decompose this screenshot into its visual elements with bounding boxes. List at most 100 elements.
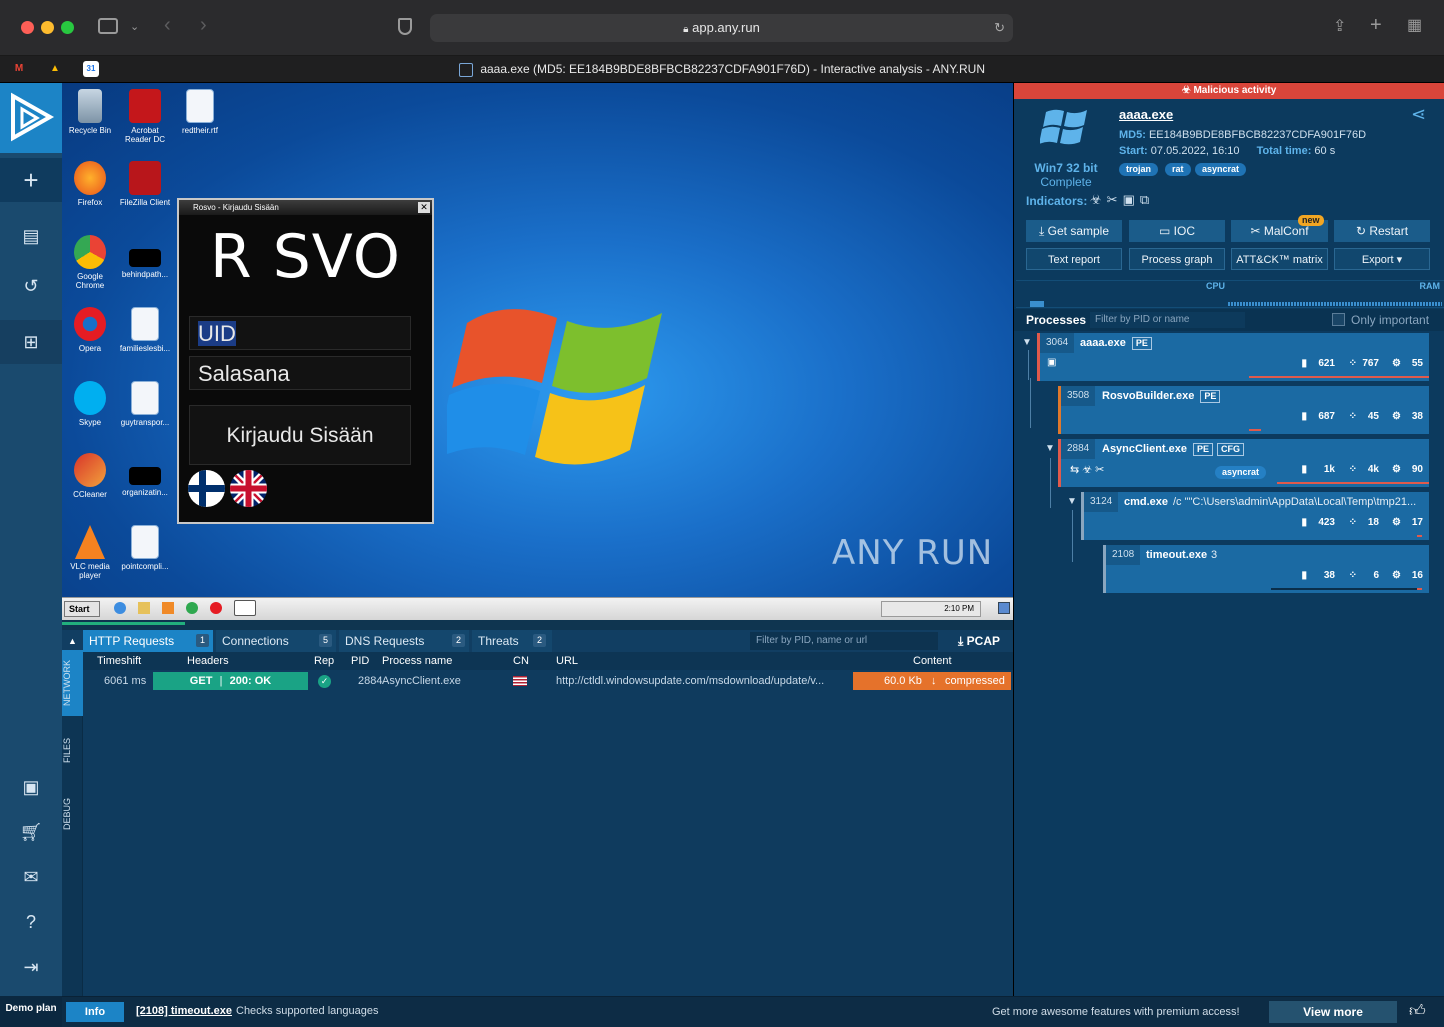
- forward-icon[interactable]: ›: [200, 14, 207, 37]
- tab-dns-requests[interactable]: DNS Requests 2: [339, 630, 469, 652]
- info-button[interactable]: Info: [66, 1002, 124, 1022]
- opera-taskbar-icon[interactable]: [210, 602, 222, 614]
- url-cell[interactable]: http://ctldl.windowsupdate.com/msdownloa…: [556, 670, 824, 692]
- tab-overview-icon[interactable]: ▦: [1407, 15, 1422, 35]
- process-card[interactable]: 3124 cmd.exe /c ""C:\Users\admin\AppData…: [1081, 492, 1429, 540]
- desktop-icon[interactable]: Firefox: [62, 161, 118, 207]
- system-tray[interactable]: 2:10 PM: [881, 601, 981, 617]
- uid-field[interactable]: UID: [189, 316, 411, 350]
- logout-icon[interactable]: ⇥: [0, 945, 62, 989]
- address-bar[interactable]: 🔒︎ app.any.run ↻: [430, 14, 1013, 42]
- zoom-window-button[interactable]: [61, 21, 74, 34]
- desktop-icon[interactable]: behindpath...: [117, 235, 173, 279]
- process-card[interactable]: 2884 AsyncClient.exe PE CFG ⇆☣✂ asyncrat ▮…: [1058, 439, 1429, 487]
- pcap-download-button[interactable]: ⤓ PCAP: [958, 630, 1000, 652]
- sample-filename[interactable]: aaaa.exe: [1119, 107, 1173, 122]
- close-window-button[interactable]: [21, 21, 34, 34]
- process-graph-button[interactable]: Process graph: [1129, 248, 1225, 270]
- reports-icon[interactable]: ▤: [0, 214, 62, 258]
- tools-icon[interactable]: ✂: [1107, 192, 1123, 207]
- get-sample-button[interactable]: ⤓ Get sample: [1026, 220, 1122, 242]
- history-icon[interactable]: ↺: [0, 264, 62, 308]
- files-icon[interactable]: ⧉: [1140, 192, 1154, 207]
- share-icon[interactable]: ⋖: [1411, 104, 1426, 125]
- sidebar-toggle-icon[interactable]: [98, 18, 118, 34]
- biohazard-icon[interactable]: ☣: [1090, 192, 1107, 207]
- expand-chevron-icon[interactable]: ▼: [1045, 443, 1055, 454]
- login-button[interactable]: Kirjaudu Sisään: [189, 405, 411, 465]
- rosvo-taskbar-icon[interactable]: [234, 600, 256, 616]
- indicator-icons[interactable]: ☣✂▣⧉: [1090, 192, 1154, 208]
- profile-icon[interactable]: ▣: [0, 765, 62, 809]
- expand-chevron-icon[interactable]: ▼: [1067, 496, 1077, 507]
- desktop-icon[interactable]: FileZilla Client: [117, 161, 173, 207]
- reload-icon[interactable]: ↻: [994, 14, 1005, 42]
- desktop-icon[interactable]: Google Chrome: [62, 235, 118, 290]
- back-icon[interactable]: ‹: [164, 14, 171, 37]
- tab-debug[interactable]: DEBUG: [62, 784, 83, 844]
- expand-chevron-icon[interactable]: ▼: [1022, 337, 1032, 348]
- tab-connections[interactable]: Connections 5: [216, 630, 336, 652]
- rosvo-login-window[interactable]: Rosvo - Kirjaudu Sisään ✕ R SVO UID Sala…: [177, 198, 434, 524]
- show-desktop-icon[interactable]: [998, 602, 1010, 614]
- explorer-taskbar-icon[interactable]: [138, 602, 150, 614]
- headers-cell[interactable]: GET | 200: OK: [153, 672, 308, 690]
- ie-taskbar-icon[interactable]: [114, 602, 126, 614]
- close-icon[interactable]: ✕: [418, 202, 430, 213]
- ioc-button[interactable]: ▭ IOC: [1129, 220, 1225, 242]
- tab-http-requests[interactable]: HTTP Requests 1: [83, 630, 213, 652]
- process-icon[interactable]: ▣: [1123, 192, 1140, 207]
- new-tab-icon[interactable]: +: [1370, 14, 1382, 37]
- tag-badge[interactable]: rat: [1165, 163, 1191, 176]
- export-button[interactable]: Export ▾: [1334, 248, 1430, 270]
- desktop-icon[interactable]: Acrobat Reader DC: [117, 89, 173, 144]
- restart-button[interactable]: ↻ Restart: [1334, 220, 1430, 242]
- attack-matrix-button[interactable]: ATT&CK™ matrix: [1231, 248, 1328, 270]
- cart-icon[interactable]: 🛒︎: [0, 810, 62, 854]
- process-card[interactable]: 3064 aaaa.exe PE ▣ ▮ 621 ⁘ 767 ⚙ 55: [1037, 333, 1429, 381]
- start-button[interactable]: Start: [64, 601, 100, 617]
- view-more-button[interactable]: View more: [1269, 1001, 1397, 1023]
- finnish-flag-icon[interactable]: [188, 470, 225, 507]
- desktop-icon[interactable]: Recycle Bin: [62, 89, 118, 135]
- tag-badge[interactable]: asyncrat: [1195, 163, 1247, 176]
- collapse-panel-icon[interactable]: ▲: [62, 630, 83, 652]
- desktop-icon[interactable]: organizatin...: [117, 453, 173, 497]
- tab-threats[interactable]: Threats 2: [472, 630, 552, 652]
- anyrun-logo[interactable]: [0, 83, 62, 153]
- desktop-icon[interactable]: familieslesbi...: [117, 307, 173, 353]
- tag-badge[interactable]: asyncrat: [1215, 466, 1267, 479]
- text-report-button[interactable]: Text report: [1026, 248, 1122, 270]
- process-card[interactable]: 2108 timeout.exe 3 ▮ 38 ⁘ 6 ⚙ 16: [1103, 545, 1429, 593]
- desktop-icon[interactable]: pointcompli...: [117, 525, 173, 571]
- md5-value[interactable]: EE184B9BDE8BFBCB82237CDFA901F76D: [1149, 129, 1366, 141]
- new-task-button[interactable]: +: [0, 158, 62, 202]
- privacy-shield-icon[interactable]: [398, 18, 412, 35]
- network-filter-input[interactable]: Filter by PID, name or url: [750, 632, 938, 650]
- media-taskbar-icon[interactable]: [162, 602, 174, 614]
- desktop-icon[interactable]: VLC media player: [62, 525, 118, 580]
- mail-icon[interactable]: ✉: [0, 855, 62, 899]
- demo-plan-label[interactable]: Demo plan: [0, 996, 62, 1027]
- chevron-down-icon[interactable]: ⌄: [130, 20, 139, 33]
- process-filter-input[interactable]: Filter by PID or name: [1090, 312, 1245, 328]
- help-icon[interactable]: ?: [0, 900, 62, 944]
- tag-badge[interactable]: trojan: [1119, 163, 1159, 176]
- chrome-taskbar-icon[interactable]: [186, 602, 198, 614]
- uk-flag-icon[interactable]: [230, 470, 267, 507]
- desktop-icon[interactable]: Opera: [62, 307, 118, 353]
- process-card[interactable]: 3508 RosvoBuilder.exe PE ▮ 687 ⁘ 45 ⚙ 38: [1058, 386, 1429, 434]
- desktop-icon[interactable]: Skype: [62, 381, 118, 427]
- active-tab[interactable]: aaaa.exe (MD5: EE184B9BDE8BFBCB82237CDFA…: [0, 56, 1444, 82]
- rosvo-titlebar[interactable]: Rosvo - Kirjaudu Sisään ✕: [179, 200, 432, 215]
- only-important-checkbox[interactable]: [1332, 313, 1345, 326]
- desktop-icon[interactable]: CCleaner: [62, 453, 118, 499]
- desktop-icon[interactable]: redtheir.rtf: [172, 89, 228, 135]
- content-cell[interactable]: 60.0 Kb ↓ compressed: [853, 672, 1011, 690]
- share-icon[interactable]: ⇪: [1333, 16, 1346, 36]
- only-important-label[interactable]: Only important: [1351, 313, 1429, 327]
- windows-icon[interactable]: ⊞: [0, 320, 62, 364]
- tab-files[interactable]: FILES: [62, 724, 83, 776]
- thumbs-up-icon[interactable]: 👍︎: [1409, 1002, 1426, 1021]
- tab-network[interactable]: NETWORK: [62, 650, 83, 716]
